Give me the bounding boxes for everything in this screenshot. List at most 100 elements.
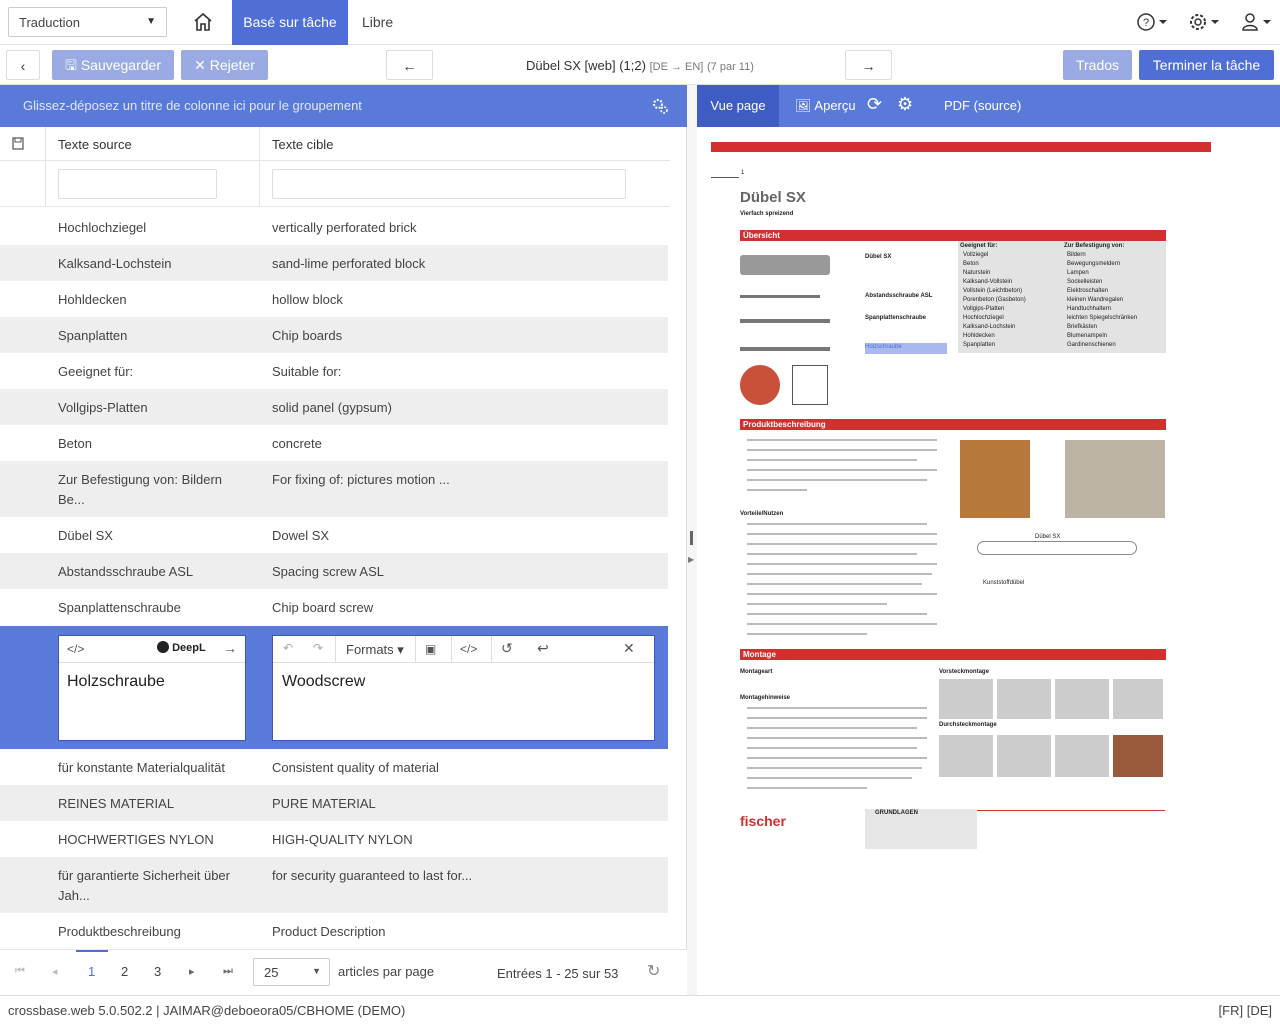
code-icon[interactable]: </> (460, 642, 477, 656)
table-row[interactable]: Hohldecken hollow block (0, 281, 668, 317)
table-row[interactable]: Abstandsschraube ASL Spacing screw ASL (0, 553, 668, 589)
preview-tabs: Vue page 🖼 Aperçu ⟳ ⚙ PDF (source) (697, 85, 1280, 127)
table-row[interactable]: Zur Befestigung von: Bildern Be... For fi… (0, 461, 668, 517)
refresh-icon[interactable]: ⟳ (867, 94, 882, 115)
page-2-button[interactable]: 2 (121, 964, 128, 979)
trados-button[interactable]: Trados (1063, 50, 1132, 80)
source-filter-input[interactable] (58, 169, 217, 199)
copy-source-icon[interactable]: ▣ (425, 642, 436, 656)
page-size-select[interactable]: 25 ▼ (253, 958, 330, 986)
undo-icon[interactable]: ↶ (283, 641, 293, 655)
table-row[interactable]: HOCHWERTIGES NYLON HIGH-QUALITY NYLON (0, 821, 668, 857)
table-row[interactable]: Dübel SX Dowel SX (0, 517, 668, 553)
pdf-list-item: Briefkästen (1067, 324, 1098, 330)
pdf-certification-image (792, 365, 828, 405)
reject-button[interactable]: ✕ Rejeter (181, 50, 268, 80)
column-divider (259, 127, 260, 160)
pdf-section-description: Produktbeschreibung (740, 419, 1166, 430)
deepl-button[interactable]: DeepL (157, 641, 206, 654)
user-icon[interactable] (1240, 11, 1274, 33)
page-1-button[interactable]: 1 (88, 964, 95, 979)
revert-icon[interactable]: ↺ (501, 640, 513, 657)
target-cell: Suitable for: (272, 364, 342, 379)
table-row[interactable]: für konstante Materialqualität Consistent… (0, 749, 668, 785)
column-header-target[interactable]: Texte cible (272, 137, 333, 152)
pager: ⏮ ◂ 1 2 3 ▸ ⏭ 25 ▼ articles par page Ent… (0, 949, 687, 995)
previous-doc-button[interactable]: ← (386, 50, 433, 80)
tab-preview[interactable]: 🖼 Aperçu (795, 98, 856, 114)
code-icon[interactable]: </> (67, 642, 84, 656)
table-row[interactable]: Vollgips-Platten solid panel (gypsum) (0, 389, 668, 425)
save-column-icon (12, 137, 24, 153)
gear-icon[interactable]: ⚙ (897, 94, 913, 115)
close-icon[interactable]: ✕ (623, 640, 635, 657)
mode-select[interactable]: Traduction ▼ (8, 7, 167, 37)
table-row[interactable]: Spanplatten Chip boards (0, 317, 668, 353)
table-row[interactable]: Hochlochziegel vertically perforated bric… (0, 209, 668, 245)
pdf-brick-image (960, 440, 1030, 518)
pdf-text-line (747, 583, 922, 585)
target-editor: ↶ ↷ Formats ▾ ▣ </> ↺ ↩ ✕ Woodscrew (272, 635, 655, 741)
target-cell: solid panel (gypsum) (272, 400, 392, 415)
settings-icon[interactable] (1188, 11, 1222, 33)
target-cell: Spacing screw ASL (272, 564, 385, 579)
table-row[interactable]: Geeignet für: Suitable for: (0, 353, 668, 389)
reply-icon[interactable]: ↩ (537, 640, 549, 657)
toolbar-divider (451, 636, 452, 663)
finish-task-button[interactable]: Terminer la tâche (1139, 50, 1274, 80)
doc-title-text: Dübel SX [web] (1;2) (526, 58, 646, 73)
target-cell: vertically perforated brick (272, 220, 417, 235)
next-page-icon[interactable]: ▸ (189, 965, 195, 978)
group-by-bar[interactable]: Glissez-déposez un titre de colonne ici … (0, 85, 687, 127)
tab-page-view[interactable]: Vue page (697, 85, 779, 127)
table-row[interactable]: für garantierte Sicherheit über Jah... fo… (0, 857, 668, 913)
pdf-list-item: Handtuchhaltern (1067, 306, 1112, 312)
table-row[interactable]: Produktbeschreibung Product Description (0, 913, 668, 949)
table-row[interactable]: Spanplattenschraube Chip board screw (0, 589, 668, 625)
chevron-down-icon: ▼ (146, 16, 156, 27)
redo-icon[interactable]: ↷ (313, 641, 323, 655)
pdf-label-asl: Abstandsschraube ASL (865, 293, 933, 299)
back-button[interactable]: ‹ (6, 50, 40, 80)
tab-task-based[interactable]: Basé sur tâche (232, 0, 348, 45)
pdf-page: 1 Dübel SX Vierfach spreizend Übersicht … (697, 127, 1280, 995)
pdf-list-item: Beton (963, 261, 979, 267)
help-icon[interactable]: ? (1136, 11, 1170, 33)
tab-free[interactable]: Libre (362, 0, 393, 45)
prev-page-icon[interactable]: ◂ (52, 965, 58, 978)
last-page-icon[interactable]: ⏭ (223, 965, 233, 978)
source-cell: Beton (58, 436, 92, 451)
tab-pdf-source[interactable]: PDF (source) (944, 98, 1021, 113)
column-divider (45, 161, 46, 206)
table-row[interactable]: Beton concrete (0, 425, 668, 461)
pdf-label-dubel: Dübel SX (865, 254, 892, 260)
language-info: [FR] [DE] (1218, 1003, 1272, 1018)
next-doc-button[interactable]: → (845, 50, 892, 80)
column-header-source[interactable]: Texte source (58, 137, 132, 152)
source-cell: Zur Befestigung von: Bildern Be... (58, 472, 223, 507)
editing-row: </> DeepL → Holzschraube ↶ ↷ Formats ▾ ▣ (0, 626, 668, 749)
doc-lang: [DE → EN] (649, 61, 704, 73)
target-text-input[interactable]: Woodscrew (282, 673, 365, 691)
target-filter-input[interactable] (272, 169, 626, 199)
arrow-right-icon[interactable]: → (223, 640, 237, 656)
page-3-button[interactable]: 3 (154, 964, 161, 979)
target-cell: Chip board screw (272, 600, 374, 615)
source-cell: Spanplatten (58, 328, 128, 343)
save-button[interactable]: 🖫 Sauvegarder (52, 50, 174, 80)
pdf-montage-image (1113, 735, 1163, 777)
pdf-list-item: Spanplatten (963, 342, 996, 348)
pdf-label-holz-highlighted: Holzschraube (865, 343, 947, 354)
pdf-list-item: Bewegungsmeldern (1067, 261, 1121, 267)
formats-dropdown[interactable]: Formats ▾ (346, 642, 404, 658)
pane-splitter[interactable]: ▶ (687, 85, 697, 995)
pdf-montagehinweise: Montagehinweise (740, 695, 791, 701)
table-row[interactable]: Kalksand-Lochstein sand-lime perforated b… (0, 245, 668, 281)
first-page-icon[interactable]: ⏮ (15, 965, 25, 978)
refresh-icon[interactable]: ↻ (647, 961, 660, 981)
table-row[interactable]: REINES MATERIAL PURE MATERIAL (0, 785, 668, 821)
home-icon[interactable] (192, 12, 214, 32)
image-icon: 🖼 (795, 98, 812, 113)
save-label: Sauvegarder (80, 57, 161, 73)
source-cell: Produktbeschreibung (58, 924, 181, 939)
